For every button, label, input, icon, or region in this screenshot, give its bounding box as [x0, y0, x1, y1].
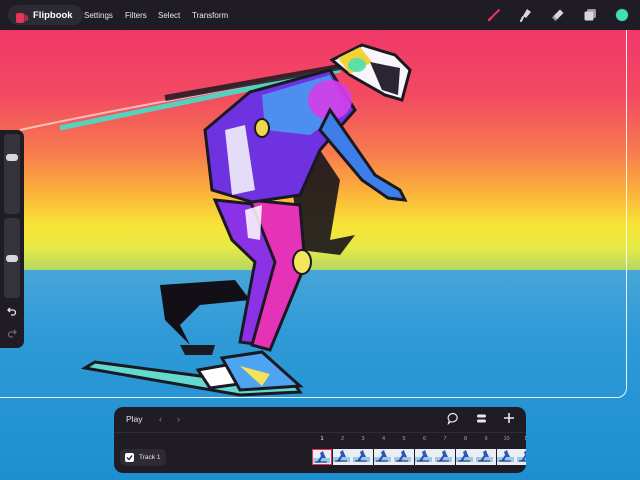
frame-thumbnail[interactable]	[435, 449, 455, 465]
app-name: Flipbook	[33, 9, 73, 21]
frame-thumbnail[interactable]	[517, 449, 526, 465]
redo-button[interactable]	[4, 326, 20, 340]
frame-number: 8	[463, 436, 468, 442]
eraser-icon	[552, 9, 564, 21]
stack-icon	[476, 414, 486, 422]
frame-number: 9	[484, 436, 488, 442]
track-checkbox[interactable]	[125, 453, 134, 462]
smudge-tool-button[interactable]	[518, 7, 534, 23]
checkmark-icon	[126, 455, 133, 461]
app-menu-button[interactable]: Flipbook	[8, 5, 83, 25]
track-settings-button[interactable]	[474, 411, 488, 425]
next-frame-button[interactable]: ›	[177, 414, 180, 424]
play-button[interactable]: Play	[126, 414, 143, 424]
track-toggle[interactable]: Track 1	[120, 449, 167, 466]
undo-icon	[7, 307, 17, 316]
active-color-swatch	[615, 8, 629, 22]
frame-number: 1	[320, 436, 324, 442]
frame-number: 3	[361, 436, 365, 442]
redo-icon	[7, 329, 17, 338]
eraser-tool-button[interactable]	[550, 7, 566, 23]
frame-thumbnail[interactable]	[373, 449, 394, 465]
frame-thumbnail[interactable]	[312, 449, 332, 465]
opacity-slider[interactable]	[4, 218, 20, 298]
frame-number: 2	[340, 436, 345, 442]
frame-number-ruler: 1 2 3 4 5 6 7 8 9 10 11	[312, 436, 526, 446]
onion-skin-button[interactable]	[446, 411, 460, 425]
opacity-handle[interactable]	[6, 255, 18, 263]
layers-icon	[584, 9, 596, 21]
flipbook-logo-icon	[16, 10, 28, 23]
previous-frame-button[interactable]: ‹	[159, 414, 162, 424]
frame-number: 7	[443, 436, 447, 442]
frame-strip	[310, 449, 526, 466]
brush-tool-button[interactable]	[486, 7, 502, 23]
color-picker-button[interactable]	[614, 7, 630, 23]
frame-thumbnail[interactable]	[496, 449, 517, 465]
plus-icon	[504, 413, 514, 423]
menu-select[interactable]: Select	[158, 0, 180, 30]
add-frame-button[interactable]	[502, 411, 516, 425]
frame-thumbnail[interactable]	[414, 449, 435, 465]
frame-thumbnail[interactable]	[353, 449, 373, 465]
menu-transform[interactable]: Transform	[192, 0, 228, 30]
smudge-icon	[520, 9, 531, 22]
layers-button[interactable]	[582, 7, 598, 23]
frame-number: 6	[422, 436, 427, 442]
chevron-left-icon: ‹	[159, 414, 162, 424]
chevron-right-icon: ›	[177, 414, 180, 424]
frame-number: 5	[402, 436, 406, 442]
menu-settings[interactable]: Settings	[84, 0, 113, 30]
frame-number: 10	[503, 436, 510, 442]
menu-filters[interactable]: Filters	[125, 0, 147, 30]
frame-thumbnail[interactable]	[394, 449, 414, 465]
brush-icon	[487, 9, 500, 22]
speech-bubble-icon	[447, 412, 458, 425]
timeline-divider	[114, 432, 526, 433]
brush-size-slider[interactable]	[4, 134, 20, 214]
timeline-actions	[446, 411, 516, 425]
left-sidebar	[0, 130, 24, 348]
frame-number: 11	[517, 436, 526, 442]
canvas-border	[0, 20, 627, 398]
track-label: Track 1	[139, 454, 161, 461]
frame-thumbnail[interactable]	[332, 449, 353, 465]
tool-group	[486, 0, 630, 30]
timeline-panel: Play ‹ › 1 2 3 4 5 6 7 8 9 10 11 Track 1	[114, 407, 526, 473]
frame-thumbnail[interactable]	[476, 449, 496, 465]
frame-thumbnail[interactable]	[455, 449, 476, 465]
undo-button[interactable]	[4, 304, 20, 318]
brush-size-handle[interactable]	[6, 154, 18, 162]
top-toolbar: Flipbook Settings Filters Select Transfo…	[0, 0, 640, 30]
frame-number: 4	[381, 436, 386, 442]
